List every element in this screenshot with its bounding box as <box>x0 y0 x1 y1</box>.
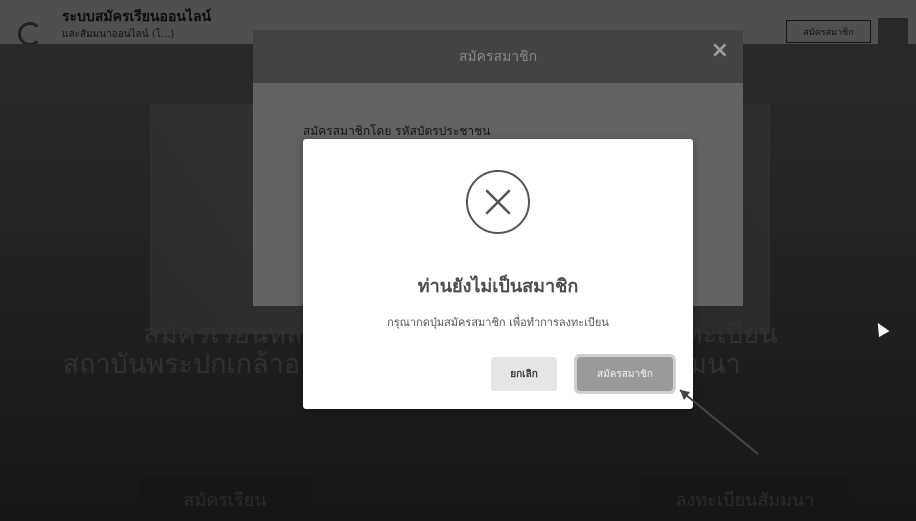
screen: ระบบสมัครเรียนออนไลน์ และสัมมนาออนไลน์ (… <box>0 0 916 521</box>
x-circle-icon <box>466 170 530 234</box>
cancel-button[interactable]: ยกเลิก <box>491 357 557 391</box>
alert-message: กรุณากดปุ่มสมัครสมาชิก เพื่อทำการลงทะเบี… <box>387 316 609 329</box>
annotation-arrow <box>679 389 759 455</box>
alert-title: ท่านยังไม่เป็นสมาชิก <box>417 276 579 297</box>
register-button[interactable]: สมัครสมาชิก <box>574 354 676 394</box>
alert-dialog: ท่านยังไม่เป็นสมาชิก กรุณากดปุ่มสมัครสมา… <box>303 139 693 409</box>
